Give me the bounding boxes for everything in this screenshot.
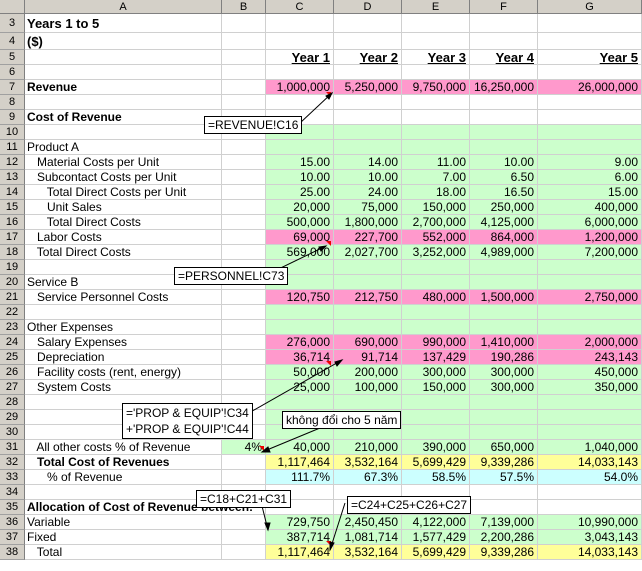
callout-prop-equip-line-1: ='PROP & EQUIP'!C34 — [126, 406, 249, 420]
callout-fixed-sum-formula: =C18+C21+C31 — [196, 490, 292, 508]
callout-constant-note: không đổi cho 5 năm — [282, 411, 402, 429]
callout-prop-equip-line-2: +'PROP & EQUIP'!C44 — [126, 422, 249, 436]
callout-variable-sum-formula: =C24+C25+C26+C27 — [347, 496, 472, 514]
callout-personnel-ref: =PERSONNEL!C73 — [174, 267, 289, 285]
callout-revenue-ref: =REVENUE!C16 — [204, 116, 303, 134]
callout-arrows — [239, 91, 346, 552]
spreadsheet[interactable]: =REVENUE!C16 =PERSONNEL!C73 ='PROP & EQU… — [0, 0, 642, 571]
callout-prop-equip-ref: ='PROP & EQUIP'!C34 +'PROP & EQUIP'!C44 — [122, 403, 253, 439]
